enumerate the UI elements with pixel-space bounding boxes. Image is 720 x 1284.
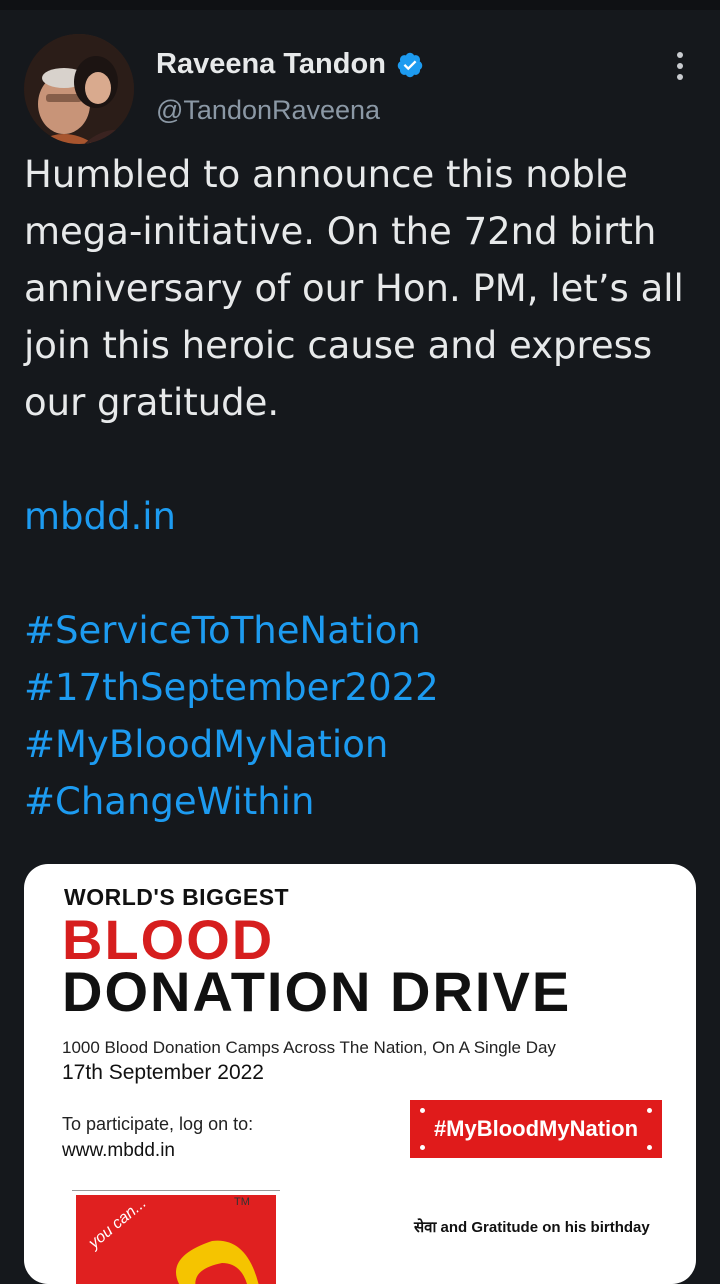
card-heading-drive: DONATION DRIVE	[62, 960, 572, 1023]
author-name-text[interactable]: Raveena Tandon	[156, 48, 386, 81]
top-divider	[0, 0, 720, 10]
hashtag-17th-september-2022[interactable]: #17thSeptember2022	[24, 659, 704, 716]
hashtag-my-blood-my-nation[interactable]: #MyBloodMyNation	[24, 716, 704, 773]
tweet-link[interactable]: mbdd.in	[24, 488, 704, 545]
card-subtitle: 1000 Blood Donation Camps Across The Nat…	[62, 1038, 556, 1057]
more-options-icon[interactable]	[668, 52, 692, 82]
card-tm: TM	[234, 1196, 250, 1208]
author-handle[interactable]: @TandonRaveena	[156, 95, 380, 126]
author-name[interactable]: Raveena Tandon	[156, 48, 424, 81]
author-avatar[interactable]	[24, 34, 134, 144]
card-participate-text: To participate, log on to:	[62, 1114, 254, 1134]
card-url: www.mbdd.in	[62, 1140, 175, 1161]
card-date: 17th September 2022	[62, 1061, 264, 1084]
card-hashtag-box: #MyBloodMyNation	[410, 1100, 662, 1158]
verified-badge-icon	[396, 51, 424, 79]
tweet-body: Humbled to announce this noble mega-init…	[24, 146, 704, 830]
card-hashtag-text: #MyBloodMyNation	[433, 1116, 639, 1141]
card-footer-text: सेवा and Gratitude on his birthday	[414, 1219, 650, 1236]
card-heading-small: WORLD'S BIGGEST	[64, 884, 290, 910]
media-card-image[interactable]: WORLD'S BIGGEST BLOOD DONATION DRIVE 100…	[24, 864, 696, 1284]
tweet-text: Humbled to announce this noble mega-init…	[24, 153, 684, 424]
hashtag-change-within[interactable]: #ChangeWithin	[24, 773, 704, 830]
hashtag-service-to-the-nation[interactable]: #ServiceToTheNation	[24, 602, 704, 659]
